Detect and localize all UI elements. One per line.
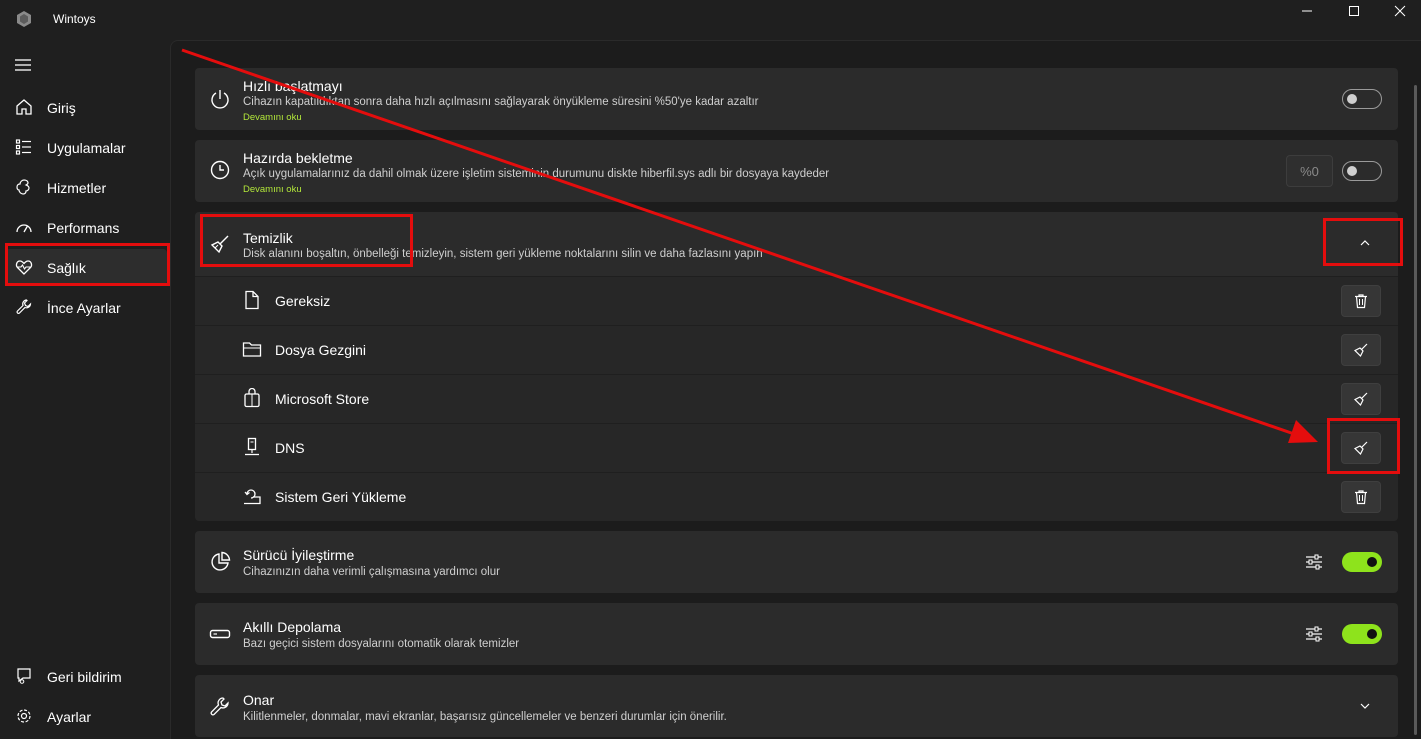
fast-startup-toggle[interactable] [1342, 89, 1382, 109]
card-title: Onar [243, 692, 275, 708]
scrollbar[interactable] [1414, 85, 1417, 735]
app-title: Wintoys [53, 12, 96, 26]
card-title: Hazırda bekletme [243, 150, 353, 166]
cleanup-item-label: Gereksiz [275, 293, 331, 309]
close-button[interactable] [1385, 3, 1415, 19]
fast-startup-card: Hızlı başlatmayı Cihazın kapatıldıktan s… [195, 68, 1398, 130]
close-icon [1394, 5, 1406, 17]
maximize-icon [1349, 6, 1359, 16]
sidebar-item-geri-bildirim[interactable]: Geri bildirim [5, 658, 167, 694]
sidebar-item-label: Hizmetler [47, 180, 107, 196]
hamburger-icon[interactable] [14, 58, 32, 72]
card-description: Kilitlenmeler, donmalar, mavi ekranlar, … [243, 711, 727, 723]
gear-icon [17, 709, 31, 723]
cleanup-item-label: DNS [275, 440, 305, 456]
cleanup-item-label: Dosya Gezgini [275, 342, 367, 358]
home-icon [16, 99, 32, 115]
sidebar-item-label: Giriş [47, 100, 76, 116]
cleanup-item-microsoft-store: Microsoft Store [195, 375, 1398, 423]
folder-icon [242, 342, 262, 357]
cleanup-item-dosya-gezgini: Dosya Gezgini [195, 326, 1398, 374]
cleanup-item-sistem-geri-yukleme: Sistem Geri Yükleme [195, 473, 1398, 521]
sidebar-item-ayarlar[interactable]: Ayarlar [5, 698, 167, 734]
apps-list-icon [15, 139, 31, 155]
store-bag-icon [244, 388, 260, 408]
storage-sense-card: Akıllı Depolama Bazı geçici sistem dosya… [195, 603, 1398, 665]
hibernate-toggle[interactable] [1342, 161, 1382, 181]
hibernate-card: Hazırda bekletme Açık uygulamalarınız da… [195, 140, 1398, 202]
card-description: Cihazınızın daha verimli çalışmasına yar… [243, 566, 500, 578]
minimize-icon [1302, 10, 1312, 12]
card-title: Hızlı başlatmayı [243, 78, 343, 94]
minimize-button[interactable] [1292, 3, 1322, 19]
sidebar-item-uygulamalar[interactable]: Uygulamalar [5, 129, 167, 165]
trash-icon [1355, 490, 1367, 505]
sistem-geri-yukleme-delete-button[interactable] [1341, 481, 1381, 513]
services-icon [16, 179, 30, 195]
file-icon [245, 290, 259, 310]
wintoys-logo-icon [17, 11, 31, 27]
sidebar-item-giris[interactable]: Giriş [5, 89, 167, 125]
clock-icon [210, 160, 230, 180]
card-description: Cihazın kapatıldıktan sonra daha hızlı a… [243, 96, 759, 108]
chevron-down-icon[interactable] [1359, 702, 1371, 710]
maximize-button[interactable] [1339, 3, 1369, 19]
annotation-highlight-expand [1323, 218, 1403, 266]
storage-sense-toggle[interactable] [1342, 624, 1382, 644]
pie-chart-icon [211, 551, 231, 571]
sidebar-item-performans[interactable]: Performans [5, 209, 167, 245]
card-description: Açık uygulamalarınız da dahil olmak üzer… [243, 168, 830, 180]
settings-sliders-icon[interactable] [1305, 553, 1323, 571]
sidebar-item-label: Geri bildirim [47, 669, 122, 685]
annotation-highlight-temizlik [200, 214, 413, 267]
broom-icon [1353, 392, 1368, 407]
annotation-highlight-dns-button [1327, 418, 1400, 474]
read-more-link[interactable]: Devamını oku [243, 112, 302, 123]
sidebar-item-label: Performans [47, 220, 120, 236]
settings-sliders-icon[interactable] [1305, 625, 1323, 643]
annotation-highlight-saglik [5, 243, 170, 286]
microsoft-store-clean-button[interactable] [1341, 383, 1381, 415]
restore-icon [244, 489, 261, 505]
cleanup-item-label: Sistem Geri Yükleme [275, 489, 407, 505]
trash-icon [1355, 294, 1367, 309]
cleanup-item-gereksiz: Gereksiz [195, 277, 1398, 325]
cleanup-item-label: Microsoft Store [275, 391, 370, 407]
repair-card[interactable]: Onar Kilitlenmeler, donmalar, mavi ekran… [195, 675, 1398, 737]
driver-optimization-toggle[interactable] [1342, 552, 1382, 572]
dosya-gezgini-clean-button[interactable] [1341, 334, 1381, 366]
cleanup-item-dns: DNS [195, 424, 1398, 472]
sidebar-item-hizmetler[interactable]: Hizmetler [5, 169, 167, 205]
sidebar-item-label: İnce Ayarlar [47, 300, 121, 316]
dns-icon [245, 437, 259, 456]
sidebar-item-ince-ayarlar[interactable]: İnce Ayarlar [5, 289, 167, 325]
wrench-icon [16, 299, 32, 314]
hibernate-percent-input[interactable]: %0 [1286, 155, 1333, 187]
feedback-icon [17, 668, 31, 684]
wrench-icon [210, 697, 229, 716]
card-title: Akıllı Depolama [243, 619, 342, 635]
performance-icon [16, 224, 32, 233]
gereksiz-delete-button[interactable] [1341, 285, 1381, 317]
sidebar-item-label: Ayarlar [47, 709, 92, 725]
read-more-link[interactable]: Devamını oku [243, 184, 302, 195]
card-title: Sürücü İyileştirme [243, 547, 355, 563]
card-description: Bazı geçici sistem dosyalarını otomatik … [243, 638, 520, 650]
power-icon [211, 90, 229, 109]
broom-icon [1353, 343, 1368, 358]
drive-icon [209, 629, 231, 639]
sidebar-item-label: Uygulamalar [47, 140, 126, 156]
title-bar: Wintoys [0, 0, 1421, 40]
driver-optimization-card: Sürücü İyileştirme Cihazınızın daha veri… [195, 531, 1398, 593]
